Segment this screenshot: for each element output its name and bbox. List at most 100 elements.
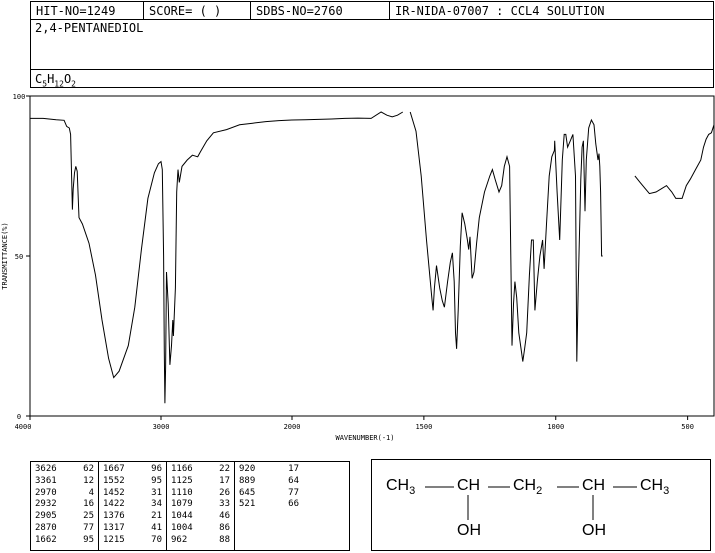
y-axis-label: TRANSMITTANCE(%) bbox=[1, 222, 9, 289]
peak-row: 1215 70 bbox=[99, 535, 166, 547]
peak-wavenumber: 1166 bbox=[171, 464, 193, 474]
peak-row: 1422 34 bbox=[99, 499, 166, 511]
peak-wavenumber: 1552 bbox=[103, 475, 125, 486]
peak-wavenumber: 3361 bbox=[35, 475, 57, 486]
ch3-left: CH3 bbox=[386, 477, 416, 498]
peak-transmittance: 88 bbox=[219, 534, 230, 545]
peak-row: 1079 33 bbox=[167, 499, 234, 511]
peak-table: 3626 62 3361 12 2970 4 2932 16 2905 25 2870 77 1662 9… bbox=[30, 461, 350, 551]
x-tick-label: 1500 bbox=[415, 423, 432, 431]
peak-transmittance: 66 bbox=[288, 499, 299, 510]
y-tick-label: 100 bbox=[13, 93, 26, 101]
peak-wavenumber: 1452 bbox=[103, 487, 125, 498]
ch-group-b: CH bbox=[582, 477, 606, 494]
peak-row: 1662 95 bbox=[31, 535, 98, 547]
peak-transmittance: 31 bbox=[151, 487, 162, 498]
peak-wavenumber: 1125 bbox=[171, 475, 193, 486]
peak-row: 2970 4 bbox=[31, 488, 98, 500]
peak-wavenumber: 962 bbox=[171, 534, 188, 545]
peak-row: 1125 17 bbox=[167, 476, 234, 488]
peak-wavenumber: 920 bbox=[239, 464, 256, 474]
peak-transmittance: 46 bbox=[219, 511, 230, 522]
peak-wavenumber: 889 bbox=[239, 475, 256, 486]
peak-row: 1110 26 bbox=[167, 488, 234, 500]
peak-wavenumber: 2905 bbox=[35, 511, 57, 522]
peak-wavenumber: 521 bbox=[239, 499, 256, 510]
peak-row: 1376 21 bbox=[99, 511, 166, 523]
hydroxyl-b: OH bbox=[582, 522, 606, 539]
peak-row: 1166 22 bbox=[167, 464, 234, 476]
ir-spectrum-chart: 100500 4000 3000 2000 1500 1000 500 WAVENUMBE… bbox=[1, 93, 715, 442]
peak-wavenumber: 3626 bbox=[35, 464, 57, 474]
peak-transmittance: 95 bbox=[83, 534, 94, 545]
peak-transmittance: 33 bbox=[219, 499, 230, 510]
y-tick-label: 50 bbox=[15, 253, 23, 261]
peak-row: 2905 25 bbox=[31, 511, 98, 523]
peak-transmittance: 70 bbox=[151, 534, 162, 545]
peak-row: 1452 31 bbox=[99, 488, 166, 500]
peak-wavenumber: 1376 bbox=[103, 511, 125, 522]
plot-frame bbox=[29, 95, 715, 417]
peak-row: 521 66 bbox=[235, 499, 303, 511]
x-axis-label: WAVENUMBER(-1) bbox=[335, 434, 394, 442]
peak-wavenumber: 2870 bbox=[35, 522, 57, 533]
peak-row: 1552 95 bbox=[99, 476, 166, 488]
peak-transmittance: 22 bbox=[219, 464, 230, 474]
ch3-right: CH3 bbox=[640, 477, 670, 498]
peak-row: 645 77 bbox=[235, 488, 303, 500]
peak-transmittance: 17 bbox=[288, 464, 299, 474]
hydroxyl-a: OH bbox=[457, 522, 481, 539]
peak-transmittance: 26 bbox=[219, 487, 230, 498]
peak-column: 1166 22 1125 17 1110 26 1079 33 1044 46 1004 86 962 8… bbox=[167, 462, 235, 550]
spectrum-segment-1 bbox=[30, 111, 404, 404]
structure-diagram: CH3 CH CH2 CH CH3 OH OH bbox=[371, 459, 711, 551]
peak-wavenumber: 1079 bbox=[171, 499, 193, 510]
peak-wavenumber: 1110 bbox=[171, 487, 193, 498]
peak-row: 2932 16 bbox=[31, 499, 98, 511]
peak-row: 962 88 bbox=[167, 535, 234, 547]
spectrum-segment-2 bbox=[409, 111, 603, 362]
peak-wavenumber: 2970 bbox=[35, 487, 57, 498]
x-tick-label: 500 bbox=[681, 423, 694, 431]
peak-transmittance: 25 bbox=[83, 511, 94, 522]
structure-bonds bbox=[425, 486, 637, 520]
peak-row: 1667 96 bbox=[99, 464, 166, 476]
x-tick-label: 2000 bbox=[284, 423, 301, 431]
peak-transmittance: 62 bbox=[83, 464, 94, 474]
spectrum-segment-3 bbox=[634, 124, 715, 199]
peak-transmittance: 12 bbox=[83, 475, 94, 486]
peak-column: 1667 96 1552 95 1452 31 1422 34 1376 21 1317 41 1215… bbox=[99, 462, 167, 550]
peak-row: 889 64 bbox=[235, 476, 303, 488]
peak-wavenumber: 1422 bbox=[103, 499, 125, 510]
peak-row: 1317 41 bbox=[99, 523, 166, 535]
peak-transmittance: 96 bbox=[151, 464, 162, 474]
peak-wavenumber: 1662 bbox=[35, 534, 57, 545]
peak-wavenumber: 2932 bbox=[35, 499, 57, 510]
peak-transmittance: 21 bbox=[151, 511, 162, 522]
peak-row: 920 17 bbox=[235, 464, 303, 476]
peak-transmittance: 4 bbox=[88, 487, 94, 498]
ch-group-a: CH bbox=[457, 477, 481, 494]
peak-transmittance: 64 bbox=[288, 475, 299, 486]
peak-transmittance: 17 bbox=[219, 475, 230, 486]
x-tick-label: 3000 bbox=[153, 423, 170, 431]
peak-row: 2870 77 bbox=[31, 523, 98, 535]
peak-transmittance: 16 bbox=[83, 499, 94, 510]
peak-wavenumber: 1004 bbox=[171, 522, 193, 533]
peak-row: 1044 46 bbox=[167, 511, 234, 523]
x-tick-label: 1000 bbox=[547, 423, 564, 431]
peak-column: 3626 62 3361 12 2970 4 2932 16 2905 25 2870 77 1662 9… bbox=[31, 462, 99, 550]
peak-transmittance: 86 bbox=[219, 522, 230, 533]
peak-row: 3626 62 bbox=[31, 464, 98, 476]
peak-wavenumber: 645 bbox=[239, 487, 256, 498]
peak-wavenumber: 1215 bbox=[103, 534, 125, 545]
peak-transmittance: 77 bbox=[83, 522, 94, 533]
peak-row: 3361 12 bbox=[31, 476, 98, 488]
peak-wavenumber: 1667 bbox=[103, 464, 125, 474]
ch2-group: CH2 bbox=[513, 477, 543, 498]
peak-wavenumber: 1317 bbox=[103, 522, 125, 533]
peak-wavenumber: 1044 bbox=[171, 511, 193, 522]
x-tick-label: 4000 bbox=[15, 423, 32, 431]
peak-transmittance: 95 bbox=[151, 475, 162, 486]
y-tick-label: 0 bbox=[17, 413, 21, 421]
